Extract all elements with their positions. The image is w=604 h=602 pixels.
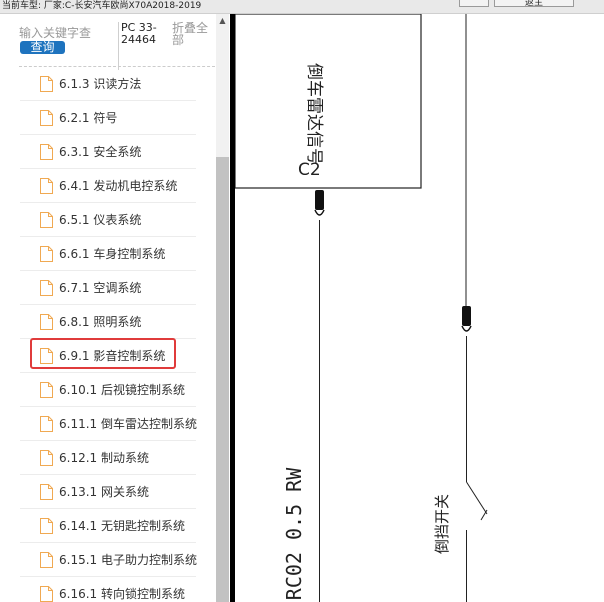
- scroll-up-arrow-icon[interactable]: ▲: [216, 14, 229, 27]
- document-tree: 6.1.3 识读方法 6.2.1 符号 6.3.1 安全系统 6.4.1 发动机电控系…: [20, 67, 197, 602]
- document-icon: [40, 382, 53, 398]
- tree-item[interactable]: 6.15.1 电子助力控制系统: [20, 543, 197, 577]
- wiring-diagram: 倒车雷达信号 C2 RC02 0.5 RW 倒挡开关: [235, 14, 604, 602]
- tree-item[interactable]: 6.8.1 照明系统: [20, 305, 196, 339]
- connector-pin: [462, 306, 471, 326]
- document-icon: [40, 314, 53, 330]
- document-icon: [40, 416, 53, 432]
- toolbar-button-return[interactable]: 返主: [494, 0, 574, 7]
- tree-item-label: 6.12.1 制动系统: [59, 451, 149, 465]
- tree-item[interactable]: 6.3.1 安全系统: [20, 135, 196, 169]
- document-icon: [40, 484, 53, 500]
- tree-item-label: 6.9.1 影音控制系统: [59, 349, 166, 363]
- tree-item[interactable]: 6.7.1 空调系统: [20, 271, 196, 305]
- connector-pin: [315, 190, 324, 210]
- document-icon: [40, 212, 53, 228]
- document-icon: [40, 76, 53, 92]
- tree-item[interactable]: 6.4.1 发动机电控系统: [20, 169, 196, 203]
- document-icon: [40, 178, 53, 194]
- tree-item-label: 6.13.1 网关系统: [59, 485, 149, 499]
- module-box: [235, 14, 422, 189]
- switch-blade: [466, 481, 488, 515]
- collapse-all-button[interactable]: 折叠全部: [172, 22, 214, 46]
- module-box-label: 倒车雷达信号: [304, 63, 324, 165]
- tree-item[interactable]: 6.11.1 倒车雷达控制系统: [20, 407, 197, 441]
- tree-item-label: 6.4.1 发动机电控系统: [59, 179, 178, 193]
- connector-label: C2: [298, 160, 321, 180]
- tree-item-label: 6.16.1 转向锁控制系统: [59, 587, 185, 601]
- tree-item-label: 6.15.1 电子助力控制系统: [59, 553, 197, 567]
- document-icon: [40, 348, 53, 364]
- sidebar-scrollbar[interactable]: ▲: [216, 14, 229, 602]
- search-area: 查询 PC 33-24464 折叠全部: [0, 14, 216, 70]
- tree-item[interactable]: 6.14.1 无钥匙控制系统: [20, 509, 196, 543]
- pc-label: PC 33-24464: [118, 22, 161, 70]
- switch-contact: [480, 509, 488, 521]
- document-icon: [40, 450, 53, 466]
- tree-item-label: 6.11.1 倒车雷达控制系统: [59, 417, 197, 431]
- tree-item[interactable]: 6.6.1 车身控制系统: [20, 237, 196, 271]
- tree-item[interactable]: 6.13.1 网关系统: [20, 475, 196, 509]
- scroll-thumb[interactable]: [216, 157, 229, 602]
- top-bar: 当前车型: 厂家:C-长安汽车欧尚X70A2018-2019 返主: [0, 0, 604, 14]
- document-icon: [40, 144, 53, 160]
- tree-item-label: 6.1.3 识读方法: [59, 77, 142, 91]
- switch-label: 倒挡开关: [433, 494, 451, 554]
- tree-item[interactable]: 6.1.3 识读方法: [20, 67, 196, 101]
- document-icon: [40, 552, 53, 568]
- tree-item[interactable]: 6.10.1 后视镜控制系统: [20, 373, 196, 407]
- tree-item-label: 6.14.1 无钥匙控制系统: [59, 519, 185, 533]
- wire-label: RC02 0.5 RW: [282, 467, 306, 600]
- document-icon: [40, 246, 53, 262]
- sidebar: 查询 PC 33-24464 折叠全部 6.1.3 识读方法6.2.1 符号6.…: [0, 14, 230, 602]
- tree-item[interactable]: 6.2.1 符号: [20, 101, 196, 135]
- tree-item-label: 6.10.1 后视镜控制系统: [59, 383, 185, 397]
- tree-item[interactable]: 6.5.1 仪表系统: [20, 203, 196, 237]
- document-icon: [40, 110, 53, 126]
- tree-item[interactable]: 6.9.1 影音控制系统: [20, 338, 196, 373]
- tree-item-label: 6.7.1 空调系统: [59, 281, 142, 295]
- document-icon: [40, 280, 53, 296]
- tree-item[interactable]: 6.16.1 转向锁控制系统: [20, 577, 196, 602]
- search-button[interactable]: 查询: [20, 41, 65, 54]
- tree-item-label: 6.6.1 车身控制系统: [59, 247, 166, 261]
- document-icon: [40, 518, 53, 534]
- tree-item-label: 6.2.1 符号: [59, 111, 118, 125]
- document-icon: [40, 586, 53, 602]
- vehicle-title: 当前车型: 厂家:C-长安汽车欧尚X70A2018-2019: [2, 1, 202, 11]
- toolbar-button[interactable]: [459, 0, 489, 7]
- tree-item[interactable]: 6.12.1 制动系统: [20, 441, 196, 475]
- tree-item-label: 6.3.1 安全系统: [59, 145, 142, 159]
- tree-item-label: 6.5.1 仪表系统: [59, 213, 142, 227]
- tree-item-label: 6.8.1 照明系统: [59, 315, 142, 329]
